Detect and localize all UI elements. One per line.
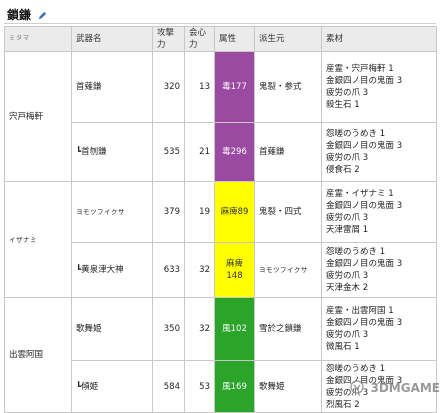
material-item: 怨嗟のうめき 1 xyxy=(326,129,386,139)
material-item: 金銀四ノ目の鬼面 3 xyxy=(326,318,403,328)
attack-cell: 584 xyxy=(152,360,185,413)
origin-cell: 首薙鎌 xyxy=(254,122,322,182)
material-item: 天津金木 2 xyxy=(326,283,369,293)
material-item: 微風石 1 xyxy=(326,342,360,352)
element-cell: 風102 xyxy=(214,297,255,361)
attack-cell: 535 xyxy=(152,122,185,182)
material-item: 天津雷屑 1 xyxy=(326,225,369,235)
weapon-table: ミタマ 武器名 攻撃力 会心力 属性 派生元 素材 宍戸梅軒 首薙鎌 320 13 毒1… xyxy=(4,26,437,413)
weapon-name-cell: 首薙鎌 xyxy=(71,51,153,123)
3dm-logo-icon xyxy=(350,380,365,397)
materials-cell: 怨嗟のうめき 1 金銀四ノ目の鬼面 3 疲労の爪 3 天津金木 2 xyxy=(321,242,437,298)
header-element: 属性 xyxy=(214,26,255,52)
header-origin: 派生元 xyxy=(254,26,322,52)
origin-cell: 歌舞姫 xyxy=(254,360,322,413)
material-item: 怨嗟のうめき 1 xyxy=(326,363,386,374)
mitama-cell: 出雲阿国 xyxy=(4,297,72,413)
attack-cell: 320 xyxy=(152,51,185,123)
page-title: 鎖鎌 xyxy=(7,6,47,23)
critical-cell: 13 xyxy=(184,51,215,123)
table-row: イザナミ ヨモツフイクサ 379 19 麻痺89 鬼裂・四式 産霊・イザナミ 1 金銀四ノ目の… xyxy=(4,181,437,298)
origin-cell: 雪於之鎖鎌 xyxy=(254,297,322,361)
table-row: 宍戸梅軒 首薙鎌 320 13 毒177 鬼裂・参式 産霊・宍戸梅軒 1 金銀四ノ目の鬼面 3… xyxy=(4,51,437,182)
material-item: 疲労の爪 3 xyxy=(326,213,369,223)
weapon-name-cell: ┗傾姫 xyxy=(71,360,153,413)
material-item: 疲労の爪 3 xyxy=(326,88,369,98)
weapon-name-cell: ヨモツフイクサ xyxy=(71,181,153,243)
header-materials: 素材 xyxy=(321,26,437,52)
element-cell: 風169 xyxy=(214,360,255,413)
attack-cell: 350 xyxy=(152,297,185,361)
material-item: 怨嗟のうめき 1 xyxy=(326,247,386,257)
critical-cell: 19 xyxy=(184,181,215,243)
origin-cell: 鬼裂・四式 xyxy=(254,181,322,243)
material-item: 金銀四ノ目の鬼面 3 xyxy=(326,76,403,86)
material-item: 疲労の爪 3 xyxy=(326,271,369,281)
material-item: 産霊・イザナミ 1 xyxy=(326,189,394,199)
materials-cell: 怨嗟のうめき 1 金銀四ノ目の鬼面 3 疲労の爪 3 侵食石 2 xyxy=(321,122,437,182)
materials-cell: 産霊・宍戸梅軒 1 金銀四ノ目の鬼面 3 疲労の爪 3 殺生石 1 xyxy=(321,51,437,123)
material-item: 金銀四ノ目の鬼面 3 xyxy=(326,141,403,151)
header-critical: 会心力 xyxy=(184,26,215,52)
watermark-text: 3DMGAME xyxy=(370,381,440,395)
critical-cell: 21 xyxy=(184,122,215,182)
element-cell: 毒177 xyxy=(214,51,255,123)
material-item: 金銀四ノ目の鬼面 3 xyxy=(326,259,403,269)
critical-cell: 32 xyxy=(184,297,215,361)
material-item: 金銀四ノ目の鬼面 3 xyxy=(326,201,403,211)
title-underline xyxy=(4,23,436,24)
watermark: 3DMGAME xyxy=(350,380,440,397)
critical-cell: 53 xyxy=(184,360,215,413)
weapon-name-cell: 歌舞姫 xyxy=(71,297,153,361)
material-item: 疲労の爪 3 xyxy=(326,153,369,163)
header-mitama: ミタマ xyxy=(4,26,72,52)
material-item: 産霊・出雲阿国 1 xyxy=(326,306,394,316)
material-item: 産霊・宍戸梅軒 1 xyxy=(326,64,394,74)
attack-cell: 633 xyxy=(152,242,185,298)
weapon-name-cell: ┗黄泉津大神 xyxy=(71,242,153,298)
header-weapon-name: 武器名 xyxy=(71,26,153,52)
critical-cell: 32 xyxy=(184,242,215,298)
header-attack: 攻撃力 xyxy=(152,26,185,52)
table-row: 出雲阿国 歌舞姫 350 32 風102 雪於之鎖鎌 産霊・出雲阿国 1 金銀四ノ目の鬼面 3… xyxy=(4,297,437,413)
pencil-icon[interactable] xyxy=(38,9,47,23)
origin-cell: ヨモツフイクサ xyxy=(254,242,322,298)
origin-cell: 鬼裂・参式 xyxy=(254,51,322,123)
mitama-cell: 宍戸梅軒 xyxy=(4,51,72,182)
page-title-text: 鎖鎌 xyxy=(7,8,32,22)
element-cell: 毒296 xyxy=(214,122,255,182)
materials-cell: 産霊・イザナミ 1 金銀四ノ目の鬼面 3 疲労の爪 3 天津雷屑 1 xyxy=(321,181,437,243)
materials-cell: 産霊・出雲阿国 1 金銀四ノ目の鬼面 3 疲労の爪 3 微風石 1 xyxy=(321,297,437,361)
element-cell: 麻痺89 xyxy=(214,181,255,243)
table-header-row: ミタマ 武器名 攻撃力 会心力 属性 派生元 素材 xyxy=(4,26,437,52)
attack-cell: 379 xyxy=(152,181,185,243)
weapon-name-cell: ┗首刎鎌 xyxy=(71,122,153,182)
material-item: 侵食石 2 xyxy=(326,165,360,175)
mitama-cell: イザナミ xyxy=(4,181,72,298)
material-item: 烈風石 2 xyxy=(326,399,360,410)
material-item: 殺生石 1 xyxy=(326,100,360,110)
material-item: 疲労の爪 3 xyxy=(326,330,369,340)
element-cell: 麻痺 148 xyxy=(214,242,255,298)
